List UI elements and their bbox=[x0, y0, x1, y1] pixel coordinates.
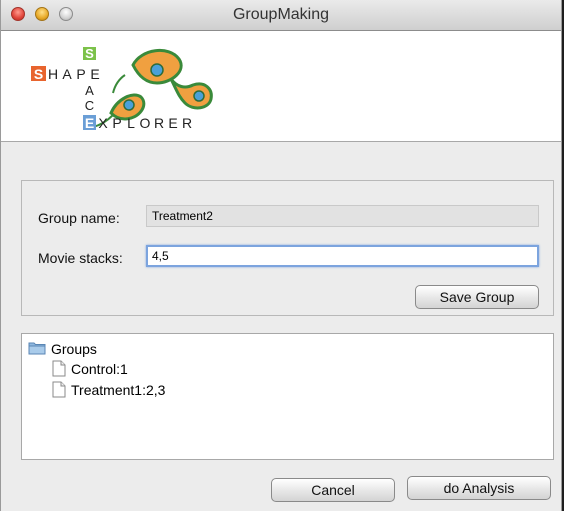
folder-icon bbox=[28, 341, 46, 359]
groups-tree[interactable]: Groups Control:1 Treatment1:2,3 bbox=[21, 333, 554, 460]
save-group-button[interactable]: Save Group bbox=[415, 285, 539, 309]
logo-header: S S H A P E A C E X P L O R E R bbox=[1, 31, 561, 142]
tree-item[interactable]: Control:1 bbox=[52, 360, 128, 378]
tree-root-label: Groups bbox=[51, 341, 97, 357]
tree-item-label: Treatment1:2,3 bbox=[71, 382, 166, 399]
group-making-window: GroupMaking S S H A P E A C E X P L O R … bbox=[0, 0, 562, 511]
logo-letter-h: H bbox=[48, 66, 58, 82]
group-name-field[interactable]: Treatment2 bbox=[146, 205, 539, 227]
movie-stacks-label: Movie stacks: bbox=[38, 250, 123, 266]
group-form-panel: Group name: Treatment2 Movie stacks: 4,5… bbox=[21, 180, 554, 316]
logo-letter-s-vertical: S bbox=[85, 46, 94, 61]
svg-text:R: R bbox=[154, 115, 164, 131]
logo-letter-a: A bbox=[62, 66, 72, 82]
group-name-label: Group name: bbox=[38, 210, 120, 226]
cancel-button[interactable]: Cancel bbox=[271, 478, 395, 502]
svg-text:R: R bbox=[182, 115, 192, 131]
window-title: GroupMaking bbox=[232, 6, 330, 23]
svg-text:O: O bbox=[140, 115, 151, 131]
document-icon bbox=[52, 381, 66, 402]
document-icon bbox=[52, 360, 66, 381]
tree-item[interactable]: Treatment1:2,3 bbox=[52, 381, 165, 399]
logo-letter-e-blue: E bbox=[85, 115, 94, 131]
tree-item-label: Control:1 bbox=[71, 361, 128, 378]
svg-text:X: X bbox=[98, 115, 108, 131]
movie-stacks-field[interactable]: 4,5 bbox=[146, 245, 539, 267]
svg-text:L: L bbox=[127, 115, 135, 131]
logo-letter-s: S bbox=[34, 66, 43, 82]
tree-root-groups[interactable]: Groups bbox=[28, 340, 97, 358]
svg-text:P: P bbox=[112, 115, 121, 131]
logo-letter-p: P bbox=[76, 66, 85, 82]
svg-text:E: E bbox=[168, 115, 177, 131]
do-analysis-button[interactable]: do Analysis bbox=[407, 476, 551, 500]
shape-space-explorer-logo: S S H A P E A C E X P L O R E R bbox=[31, 46, 213, 131]
title-bar[interactable]: GroupMaking bbox=[1, 0, 561, 31]
logo-letter-c-vertical: C bbox=[85, 98, 94, 113]
logo-letter-a-vertical: A bbox=[85, 83, 94, 98]
logo-letter-e: E bbox=[90, 66, 99, 82]
